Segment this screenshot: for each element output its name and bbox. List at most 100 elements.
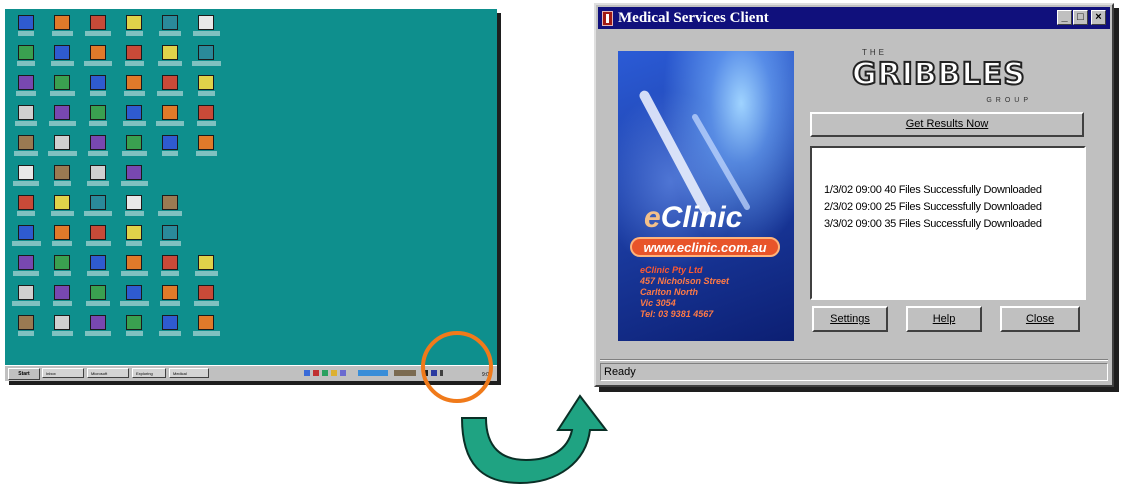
shortcut-caption: [121, 151, 147, 156]
desktop-shortcut-icon[interactable]: [153, 283, 187, 317]
medical-services-window: Medical Services Client _ □ × eClinic ww…: [594, 3, 1114, 387]
shortcut-glyph-icon: [198, 135, 214, 150]
taskbar-button[interactable]: Microsoft: [87, 368, 129, 378]
desktop-shortcut-icon[interactable]: [9, 253, 43, 287]
desktop-shortcut-icon[interactable]: [45, 313, 79, 347]
desktop-shortcut-icon[interactable]: [189, 133, 223, 167]
desktop-shortcut-icon[interactable]: [45, 193, 79, 227]
desktop-shortcut-icon[interactable]: [9, 73, 43, 107]
desktop-shortcut-icon[interactable]: [9, 313, 43, 347]
desktop-shortcut-icon[interactable]: [189, 253, 223, 287]
desktop-shortcut-icon[interactable]: [117, 43, 151, 77]
download-log[interactable]: 1/3/02 09:00 40 Files Successfully Downl…: [810, 146, 1086, 300]
desktop-shortcut-icon[interactable]: [189, 313, 223, 347]
desktop-shortcut-icon[interactable]: [189, 13, 223, 47]
desktop-shortcut-icon[interactable]: [153, 193, 187, 227]
desktop-shortcut-icon[interactable]: [9, 163, 43, 197]
desktop-shortcut-icon[interactable]: [189, 283, 223, 317]
desktop-shortcut-icon[interactable]: [189, 73, 223, 107]
desktop-shortcut-icon[interactable]: [81, 103, 115, 137]
desktop-shortcut-icon[interactable]: [81, 283, 115, 317]
desktop-shortcut-icon[interactable]: [45, 43, 79, 77]
desktop-shortcut-icon[interactable]: [9, 43, 43, 77]
desktop-shortcut-icon[interactable]: [81, 43, 115, 77]
desktop-shortcut-icon[interactable]: [117, 313, 151, 347]
desktop-shortcut-icon[interactable]: [117, 73, 151, 107]
tray-icon[interactable]: [322, 370, 328, 376]
desktop-shortcut-icon[interactable]: [81, 223, 115, 257]
desktop-shortcut-icon[interactable]: [153, 133, 187, 167]
taskbar-button[interactable]: Inbox: [42, 368, 84, 378]
desktop-shortcut-icon[interactable]: [117, 253, 151, 287]
tray-icon[interactable]: [331, 370, 337, 376]
start-button[interactable]: Start: [8, 368, 40, 380]
shortcut-caption: [18, 331, 34, 336]
desktop-shortcut-icon[interactable]: [189, 43, 223, 77]
shortcut-caption: [159, 331, 181, 336]
tray-icon[interactable]: [358, 370, 388, 376]
desktop-shortcut-icon[interactable]: [153, 313, 187, 347]
desktop-shortcut-icon[interactable]: [153, 43, 187, 77]
desktop-shortcut-icon[interactable]: [189, 103, 223, 137]
desktop-shortcut-icon[interactable]: [9, 223, 43, 257]
shortcut-caption: [125, 331, 143, 336]
tray-icon[interactable]: [313, 370, 319, 376]
desktop-shortcut-icon[interactable]: [45, 103, 79, 137]
shortcut-caption: [17, 61, 35, 66]
tray-icon[interactable]: [304, 370, 310, 376]
shortcut-caption: [158, 61, 182, 66]
desktop-shortcut-icon[interactable]: [9, 283, 43, 317]
desktop-shortcut-icon[interactable]: [117, 103, 151, 137]
desktop-shortcut-icon[interactable]: [153, 223, 187, 257]
shortcut-caption: [51, 31, 73, 36]
shortcut-glyph-icon: [18, 255, 34, 270]
desktop-shortcut-icon[interactable]: [81, 73, 115, 107]
close-window-button[interactable]: ×: [1091, 10, 1106, 25]
desktop-shortcut-icon[interactable]: [9, 193, 43, 227]
desktop-shortcut-icon[interactable]: [81, 13, 115, 47]
desktop-shortcut-icon[interactable]: [153, 73, 187, 107]
desktop-shortcut-icon[interactable]: [81, 313, 115, 347]
desktop-shortcut-icon[interactable]: [117, 163, 151, 197]
desktop-shortcut-icon[interactable]: [45, 253, 79, 287]
desktop-shortcut-icon[interactable]: [117, 283, 151, 317]
desktop-shortcut-icon[interactable]: [45, 223, 79, 257]
desktop-shortcut-icon[interactable]: [45, 133, 79, 167]
shortcut-glyph-icon: [90, 285, 106, 300]
shortcut-caption: [124, 61, 144, 66]
desktop-shortcut-icon[interactable]: [81, 193, 115, 227]
desktop-shortcut-icon[interactable]: [81, 133, 115, 167]
title-bar[interactable]: Medical Services Client _ □ ×: [598, 7, 1110, 29]
desktop-shortcut-icon[interactable]: [117, 13, 151, 47]
close-button[interactable]: Close: [1000, 306, 1080, 332]
desktop-shortcut-icon[interactable]: [9, 133, 43, 167]
desktop-shortcut-icon[interactable]: [153, 103, 187, 137]
desktop-shortcut-icon[interactable]: [45, 73, 79, 107]
taskbar-button[interactable]: Medical: [169, 368, 209, 378]
shortcut-caption: [161, 271, 179, 276]
desktop-shortcut-icon[interactable]: [81, 253, 115, 287]
settings-button[interactable]: Settings: [812, 306, 888, 332]
shortcut-glyph-icon: [18, 45, 34, 60]
window-title: Medical Services Client: [618, 10, 769, 26]
tray-icon[interactable]: [340, 370, 346, 376]
desktop-shortcut-icon[interactable]: [117, 193, 151, 227]
desktop-shortcut-icon[interactable]: [45, 13, 79, 47]
desktop-shortcut-icon[interactable]: [153, 253, 187, 287]
desktop-shortcut-icon[interactable]: [153, 13, 187, 47]
desktop-shortcut-icon[interactable]: [45, 163, 79, 197]
desktop-shortcut-icon[interactable]: [81, 163, 115, 197]
get-results-now-button[interactable]: Get Results Now: [810, 112, 1084, 137]
desktop-shortcut-icon[interactable]: [45, 283, 79, 317]
taskbar-button[interactable]: Exploring: [132, 368, 166, 378]
shortcut-caption: [124, 211, 144, 216]
desktop-shortcut-icon[interactable]: [117, 133, 151, 167]
desktop-shortcut-icon[interactable]: [9, 103, 43, 137]
desktop-shortcut-icon[interactable]: [9, 13, 43, 47]
minimize-button[interactable]: _: [1057, 10, 1072, 25]
tray-icon[interactable]: [394, 370, 416, 376]
desktop-shortcut-icon[interactable]: [117, 223, 151, 257]
maximize-button[interactable]: □: [1073, 10, 1088, 25]
help-button[interactable]: Help: [906, 306, 982, 332]
shortcut-caption: [13, 181, 39, 186]
